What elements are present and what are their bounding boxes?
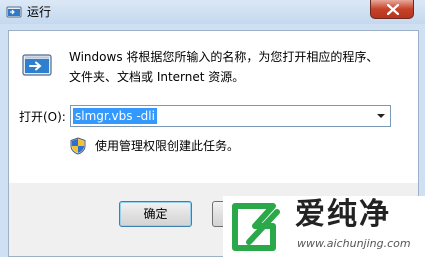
dialog-description: Windows 将根据您所输入的名称，为您打开相应的程序、 文件夹、文档或 In… (69, 47, 409, 87)
open-label: 打开(O): (19, 110, 66, 124)
run-program-icon (22, 54, 52, 76)
admin-privilege-note: 使用管理权限创建此任务。 (95, 139, 240, 153)
chevron-down-icon[interactable] (374, 109, 388, 123)
uac-shield-icon (70, 137, 86, 155)
window-title: 运行 (27, 5, 52, 19)
ok-button[interactable]: 确定 (119, 201, 192, 227)
watermark-url: www.aichunjing.com (297, 237, 411, 250)
close-button[interactable] (370, 0, 414, 19)
title-bar[interactable]: 运行 (0, 0, 425, 24)
close-icon (387, 4, 399, 15)
content-area: Windows 将根据您所输入的名称，为您打开相应的程序、 文件夹、文档或 In… (9, 31, 418, 183)
run-dialog: 运行 Windows 将根据您所输入的名称，为您打开相应的程序、 文件夹、文档或… (0, 0, 425, 257)
description-line-1: Windows 将根据您所输入的名称，为您打开相应的程序、 (69, 50, 379, 64)
run-app-icon (6, 6, 22, 18)
description-line-2: 文件夹、文档或 Internet 资源。 (69, 70, 245, 84)
watermark-name: 爱纯净 (295, 197, 391, 232)
open-input[interactable]: slmgr.vbs -dli (73, 108, 157, 124)
open-combobox[interactable]: slmgr.vbs -dli (70, 105, 391, 127)
site-watermark: 爱纯净 www.aichunjing.com (223, 196, 425, 257)
watermark-logo-icon (232, 203, 280, 251)
